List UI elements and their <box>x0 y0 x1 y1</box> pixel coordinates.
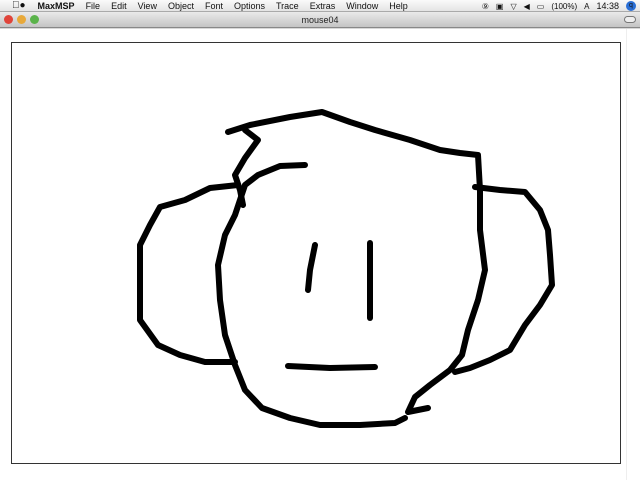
face-outline-stroke <box>215 162 408 428</box>
menu-extras[interactable]: Extras <box>310 1 336 11</box>
spotlight-icon[interactable]: q <box>626 1 636 11</box>
right-ear-stroke <box>452 184 555 375</box>
close-button[interactable] <box>4 15 13 24</box>
display-icon[interactable]: ▣ <box>496 2 504 11</box>
wifi-icon[interactable]: ▽ <box>510 2 516 11</box>
menu-font[interactable]: Font <box>205 1 223 11</box>
window-titlebar[interactable]: mouse04 <box>0 12 640 28</box>
script-icon[interactable]: ⑨ <box>482 2 489 11</box>
clock[interactable]: 14:38 <box>596 1 619 11</box>
menu-object[interactable]: Object <box>168 1 194 11</box>
menu-help[interactable]: Help <box>389 1 408 11</box>
left-eye-stroke <box>305 242 318 293</box>
input-menu-icon[interactable]: A <box>584 2 589 11</box>
menu-edit[interactable]: Edit <box>111 1 127 11</box>
menu-trace[interactable]: Trace <box>276 1 299 11</box>
mouth-stroke <box>285 363 378 371</box>
window-content <box>0 29 640 480</box>
menu-bar: ● MaxMSP File Edit View Object Font Opt… <box>0 0 640 12</box>
apple-menu-icon[interactable]: ● <box>12 0 26 11</box>
battery-icon[interactable]: ▭ <box>537 2 545 11</box>
menu-window[interactable]: Window <box>346 1 378 11</box>
drawing-svg <box>137 109 555 428</box>
volume-icon[interactable]: ◀ <box>524 2 530 11</box>
menu-options[interactable]: Options <box>234 1 265 11</box>
minimize-button[interactable] <box>17 15 26 24</box>
hair-loop-stroke <box>232 127 261 208</box>
window-title: mouse04 <box>301 15 339 25</box>
menu-view[interactable]: View <box>138 1 157 11</box>
menu-app[interactable]: MaxMSP <box>38 1 75 11</box>
toolbar-toggle-button[interactable] <box>624 16 636 23</box>
menu-file[interactable]: File <box>86 1 101 11</box>
battery-percent: (100%) <box>551 1 578 11</box>
zoom-button[interactable] <box>30 15 39 24</box>
